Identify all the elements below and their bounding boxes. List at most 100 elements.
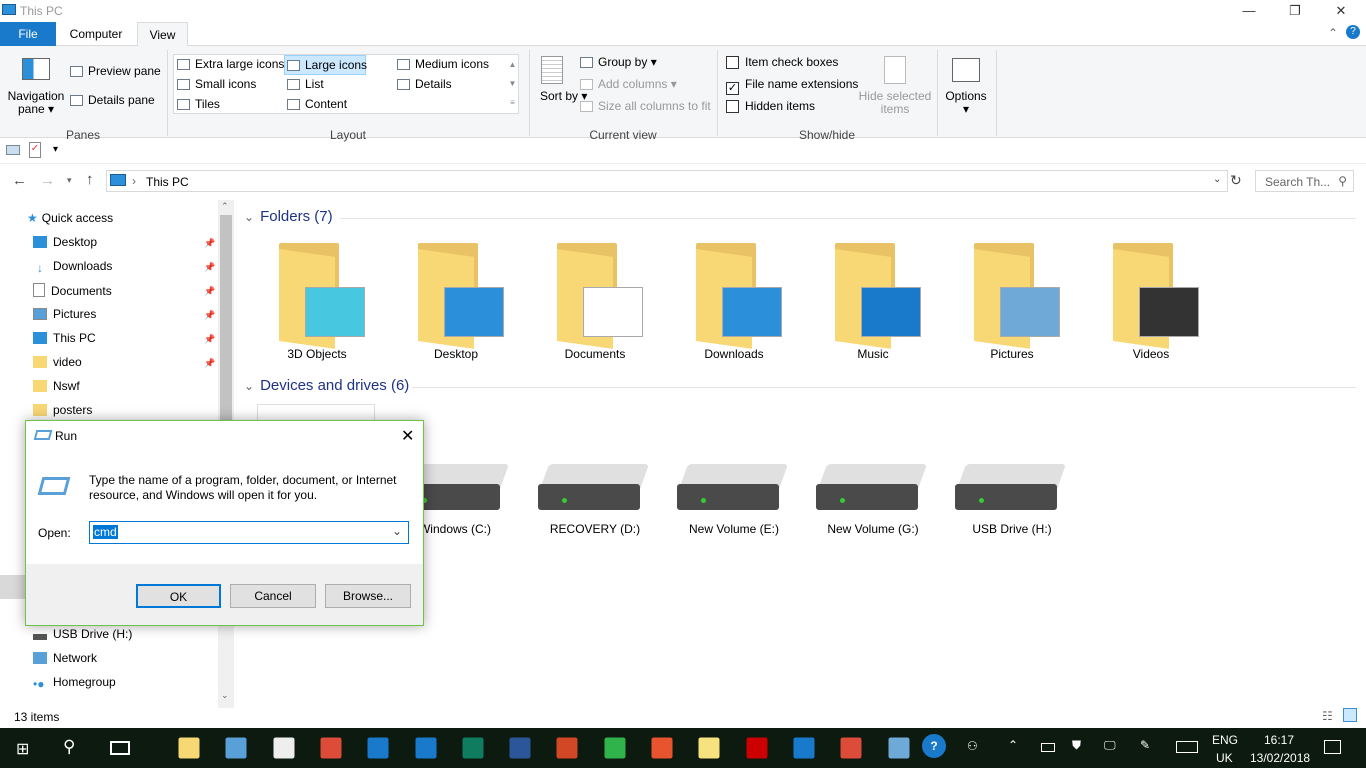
layout-small-icons[interactable]: Small icons (177, 77, 256, 91)
nav-downloads[interactable]: ↓ Downloads (33, 259, 112, 279)
customize-qat-icon[interactable]: ▾ (53, 144, 58, 155)
scroll-down-icon[interactable]: ⌄ (221, 690, 229, 701)
layout-tiles[interactable]: Tiles (177, 97, 220, 111)
taskbar-app-icon[interactable] (178, 737, 200, 759)
folder-item[interactable]: 3D Objects (257, 235, 377, 365)
add-columns-button[interactable]: Add columns ▾ (580, 77, 677, 91)
drive-item[interactable]: New Volume (G:) (808, 464, 938, 544)
start-button[interactable]: ⊞ (16, 739, 29, 759)
nav-documents[interactable]: Documents (33, 283, 112, 303)
defender-icon[interactable]: ⛊ (1072, 738, 1081, 753)
nav-pictures[interactable]: Pictures (33, 307, 96, 327)
taskbar-app-icon[interactable] (651, 737, 673, 759)
details-view-icon[interactable]: ☷ (1322, 709, 1333, 723)
keyboard-icon[interactable] (1176, 741, 1198, 753)
refresh-icon[interactable]: ↻ (1230, 172, 1242, 189)
help-icon[interactable]: ? (1346, 25, 1360, 39)
clock-time[interactable]: 16:17 (1264, 733, 1294, 747)
taskbar-app-icon[interactable] (698, 737, 720, 759)
taskbar-app-icon[interactable] (462, 737, 484, 759)
task-view-icon[interactable] (110, 741, 130, 755)
show-hidden-icons[interactable]: ⌃ (1008, 738, 1018, 752)
dialog-close-button[interactable]: ✕ (401, 426, 414, 446)
people-icon[interactable]: ⚇ (967, 739, 978, 753)
layout-large-icons[interactable]: Large icons (284, 55, 367, 75)
maximize-button[interactable]: ❐ (1272, 0, 1318, 22)
properties-icon[interactable] (6, 145, 20, 155)
tab-view[interactable]: View (137, 22, 188, 47)
layout-extra-large-icons[interactable]: Extra large icons (177, 57, 284, 71)
nav-this-pc[interactable]: This PC (33, 331, 96, 351)
open-dropdown-icon[interactable]: ⌄ (392, 524, 402, 538)
tab-computer[interactable]: Computer (58, 22, 134, 46)
minimize-button[interactable]: — (1226, 0, 1272, 22)
language-region[interactable]: UK (1216, 751, 1233, 765)
taskbar-app-icon[interactable] (273, 737, 295, 759)
folder-item[interactable]: Music (813, 235, 933, 365)
battery-icon[interactable] (1041, 743, 1055, 752)
tab-file[interactable]: File (0, 22, 56, 46)
taskbar-app-icon[interactable] (746, 737, 768, 759)
recent-locations-icon[interactable]: ▾ (67, 175, 72, 186)
address-bar[interactable]: › This PC ⌄ (106, 170, 1228, 192)
drive-item[interactable]: New Volume (E:) (669, 464, 799, 544)
search-icon[interactable]: ⚲ (63, 737, 75, 757)
folder-item[interactable]: Pictures (952, 235, 1072, 365)
nav-quick-access[interactable]: ★ Quick access (27, 211, 113, 231)
nav-network[interactable]: Network (33, 651, 97, 671)
options-button[interactable]: Options ▾ (944, 90, 988, 116)
hidden-items-checkbox[interactable]: Hidden items (726, 99, 815, 113)
nav-usb-drive[interactable]: USB Drive (H:) (33, 627, 132, 647)
taskbar-app-icon[interactable] (793, 737, 815, 759)
forward-button[interactable]: → (40, 172, 55, 189)
layout-medium-icons[interactable]: Medium icons (397, 57, 489, 71)
large-icons-view-icon[interactable] (1343, 708, 1357, 722)
address-dropdown-icon[interactable]: ⌄ (1213, 174, 1221, 185)
folders-section-header[interactable]: ⌄ Folders (7) (244, 208, 333, 225)
taskbar-app-icon[interactable] (320, 737, 342, 759)
folder-item[interactable]: Documents (535, 235, 655, 365)
up-button[interactable]: ↑ (86, 171, 94, 188)
network-tray-icon[interactable]: 🖵 (1104, 738, 1116, 753)
taskbar-app-icon[interactable] (367, 737, 389, 759)
close-button[interactable]: ✕ (1318, 0, 1364, 22)
taskbar-app-icon[interactable] (604, 737, 626, 759)
preview-pane-button[interactable]: Preview pane (70, 64, 161, 78)
nav-homegroup[interactable]: •● Homegroup (33, 675, 116, 695)
nav-selected-row[interactable] (0, 575, 26, 599)
ribbon-collapse-icon[interactable]: ⌃ (1328, 26, 1338, 40)
help-tray-icon[interactable]: ? (922, 734, 946, 758)
action-center-icon[interactable] (1324, 740, 1341, 754)
folder-item[interactable]: Videos (1091, 235, 1211, 365)
nav-video[interactable]: video (33, 355, 82, 375)
nav-desktop[interactable]: Desktop (33, 235, 97, 255)
breadcrumb-this-pc[interactable]: This PC (146, 175, 189, 189)
back-button[interactable]: ← (12, 172, 27, 189)
new-folder-check-icon[interactable]: ✓ (29, 142, 41, 158)
browse-button[interactable]: Browse... (325, 584, 411, 608)
size-columns-button[interactable]: Size all columns to fit (580, 99, 711, 113)
layout-content[interactable]: Content (287, 97, 347, 111)
drive-item[interactable]: RECOVERY (D:) (530, 464, 660, 544)
navigation-pane-button[interactable]: Navigation pane ▾ (6, 90, 66, 116)
layout-details[interactable]: Details (397, 77, 452, 91)
gallery-scroll[interactable]: ▲ ▼ ≡ (506, 55, 519, 113)
folder-item[interactable]: Downloads (674, 235, 794, 365)
scroll-up-icon[interactable]: ⌃ (221, 201, 229, 212)
taskbar-app-icon[interactable] (556, 737, 578, 759)
file-name-extensions-checkbox[interactable]: ✓ File name extensions (726, 77, 858, 95)
devices-section-header[interactable]: ⌄ Devices and drives (6) (244, 377, 409, 394)
layout-list[interactable]: List (287, 77, 324, 91)
drive-item[interactable]: USB Drive (H:) (947, 464, 1077, 544)
language-code[interactable]: ENG (1212, 733, 1238, 747)
hide-selected-button[interactable]: Hide selected items (856, 90, 934, 116)
clock-date[interactable]: 13/02/2018 (1250, 751, 1310, 765)
nav-nswf[interactable]: Nswf (33, 379, 80, 399)
group-by-button[interactable]: Group by ▾ (580, 55, 657, 69)
taskbar-app-icon[interactable] (509, 737, 531, 759)
ok-button[interactable]: OK (136, 584, 221, 608)
open-input[interactable]: cmd ⌄ (89, 521, 409, 544)
details-pane-button[interactable]: Details pane (70, 93, 155, 107)
cancel-button[interactable]: Cancel (230, 584, 316, 608)
folder-item[interactable]: Desktop (396, 235, 516, 365)
